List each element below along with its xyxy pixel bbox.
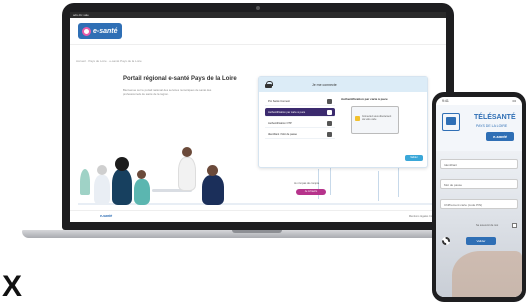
username-field[interactable]: Identifiant — [440, 159, 518, 169]
smartphone: 9:41 ••• TÉLÉSANTÉ PAYS DE LA LOIRE e-sa… — [432, 92, 526, 302]
close-icon[interactable]: X — [2, 272, 22, 302]
password-field[interactable]: Mot de passe — [440, 179, 518, 189]
decoration-line — [330, 165, 331, 195]
doctor-illustration — [178, 157, 196, 191]
phone-region: PAYS DE LA LOIRE — [476, 124, 508, 128]
person-head — [97, 165, 107, 175]
floor-line — [78, 203, 446, 205]
method-otp[interactable]: Authentification OTP — [265, 119, 335, 128]
submit-button[interactable]: Valider — [466, 237, 496, 245]
footer: e-santé Mentions légales Contact — [70, 210, 446, 222]
method-label: Authentification par carte à puce — [268, 111, 306, 114]
method-label: Authentification OTP — [268, 122, 292, 125]
page-description: Bienvenue sur le portail national des se… — [123, 88, 212, 96]
plant-illustration — [80, 169, 90, 195]
no-account-label: Je n'ai pas de compte — [294, 182, 320, 185]
method-password[interactable]: Identifiant / Mot de passe — [265, 130, 335, 139]
login-header: Je me connecte — [259, 77, 427, 92]
hand-illustration — [452, 251, 522, 297]
status-bar: 9:41 ••• — [436, 97, 522, 105]
logo-mark-icon — [82, 26, 91, 36]
person-illustration — [94, 175, 110, 205]
login-methods: Pro Santé Connect Authentification par c… — [265, 97, 335, 141]
detail-title: Authentification par carte à puce — [341, 97, 388, 101]
decoration-line — [398, 167, 399, 197]
phone-logo: e-santé — [486, 132, 514, 141]
phone-header: TÉLÉSANTÉ PAYS DE LA LOIRE e-santé — [436, 105, 522, 151]
card-icon — [327, 110, 332, 115]
logo-text: e-santé — [93, 27, 118, 35]
method-detail: Authentification par carte à puce Connec… — [341, 97, 423, 161]
person-illustration — [134, 179, 150, 205]
phone-screen: 9:41 ••• TÉLÉSANTÉ PAYS DE LA LOIRE e-sa… — [436, 97, 522, 297]
monitor-icon — [442, 113, 460, 131]
site-logo[interactable]: e-santé — [78, 23, 122, 39]
smart-card-icon — [355, 116, 360, 121]
method-label: Identifiant / Mot de passe — [268, 133, 297, 136]
detail-message: Connectez-vous directement via votre car… — [362, 116, 392, 121]
card-reader-illustration: Connectez-vous directement via votre car… — [351, 106, 399, 134]
validate-button[interactable]: Valider — [405, 155, 423, 161]
phone-brand: TÉLÉSANTÉ — [474, 114, 516, 121]
laptop-screen: ads dic sale e-santé Accueil · Pays de L… — [70, 12, 446, 222]
key-icon — [327, 132, 332, 137]
remember-label: Se souvenir de moi — [476, 224, 499, 227]
laptop-notch — [232, 230, 282, 233]
remember-checkbox[interactable] — [512, 223, 517, 228]
decoration-line — [378, 171, 379, 201]
footer-logo[interactable]: e-santé — [100, 214, 112, 218]
site-header: e-santé — [70, 18, 446, 45]
shield-icon — [327, 121, 332, 126]
login-panel: Je me connecte Pro Santé Connect Authent… — [258, 76, 428, 168]
card-icon — [327, 99, 332, 104]
person-head — [137, 170, 146, 179]
person-illustration — [112, 169, 132, 205]
phone-login-form: Identifiant Mot de passe Chiffrement car… — [436, 151, 522, 297]
gear-icon[interactable] — [442, 237, 450, 245]
lock-icon — [265, 81, 273, 88]
pin-field[interactable]: Chiffrement carte (code PIN) — [440, 199, 518, 209]
camera-dot — [256, 6, 260, 10]
person-illustration — [202, 175, 224, 205]
page-title: Portail régional e-santé Pays de la Loir… — [123, 76, 237, 82]
login-heading: Je me connecte — [312, 82, 337, 87]
breadcrumb[interactable]: Accueil · Pays de Loire · e-santé Pays d… — [76, 59, 142, 63]
register-button[interactable]: Je m'inscris — [296, 189, 326, 195]
laptop: ads dic sale e-santé Accueil · Pays de L… — [62, 3, 454, 230]
person-head — [207, 165, 218, 176]
method-label: Pro Santé Connect — [268, 100, 290, 103]
method-smart-card[interactable]: Authentification par carte à puce — [265, 108, 335, 117]
doctor-head — [182, 147, 192, 157]
person-head — [115, 157, 129, 171]
method-pro-sante-connect[interactable]: Pro Santé Connect — [265, 97, 335, 106]
